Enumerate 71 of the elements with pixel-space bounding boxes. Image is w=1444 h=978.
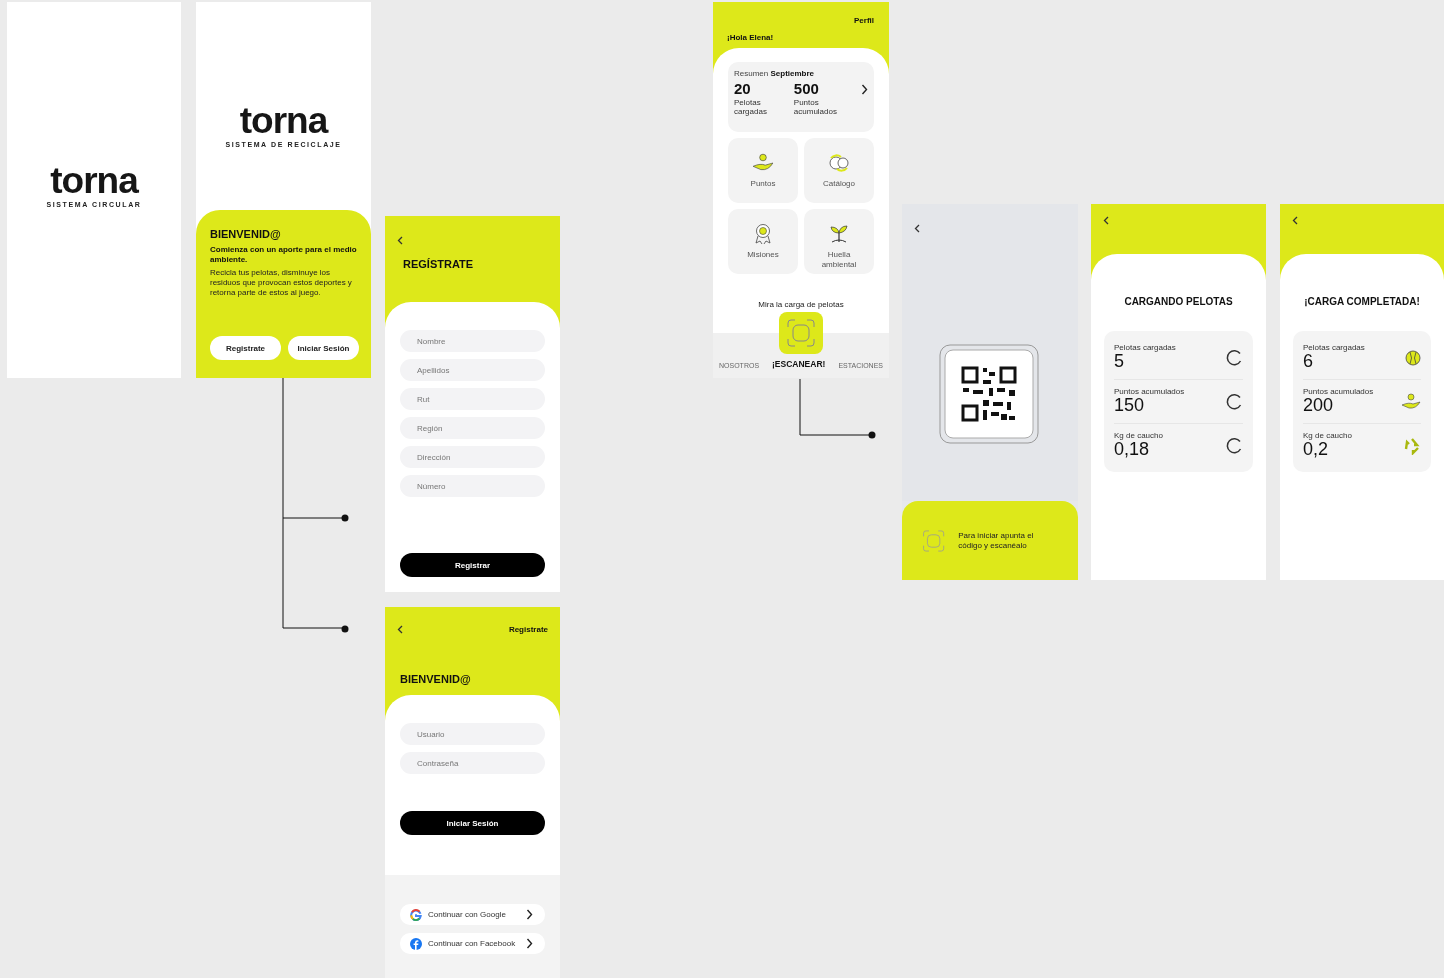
summary-heading: Resumen Septiembre: [734, 69, 816, 78]
back-chevron-icon[interactable]: [397, 236, 403, 245]
sprout-icon: [828, 223, 850, 245]
register-link[interactable]: Registrate: [508, 625, 548, 634]
input-field[interactable]: Nombre: [400, 330, 545, 352]
spinner-icon: [1226, 437, 1243, 454]
menu-tile[interactable]: Huella ambiental: [804, 209, 874, 274]
welcome-button[interactable]: Registrate: [210, 336, 281, 360]
social-login-button[interactable]: Continuar con Google: [400, 904, 545, 925]
menu-tile[interactable]: Puntos: [728, 138, 798, 203]
facebook-icon: [410, 937, 422, 950]
scan-frame-icon: [786, 318, 816, 348]
stat-label: Puntos acumulados: [1114, 387, 1185, 397]
google-icon: [410, 908, 422, 921]
nav-tab[interactable]: ¡ESCANEAR!: [772, 359, 826, 369]
social-login-button[interactable]: Continuar con Facebook: [400, 933, 545, 954]
stat-label: Puntos acumulados: [793, 98, 838, 116]
register-button[interactable]: Registrar: [400, 553, 545, 577]
welcome-button[interactable]: Iniciar Sesión: [288, 336, 359, 360]
input-field[interactable]: Contraseña: [400, 752, 545, 774]
back-chevron-icon[interactable]: [914, 224, 920, 233]
coins-icon: [828, 152, 850, 174]
spinner-icon: [1226, 349, 1243, 366]
logo-wordmark: torna: [50, 162, 138, 199]
summary-card[interactable]: Resumen Septiembre 20 Pelotas cargadas 500 Puntos acumulados: [728, 62, 874, 132]
input-field[interactable]: Dirección: [400, 446, 545, 468]
menu-tile[interactable]: Catálogo: [804, 138, 874, 203]
stat-value: 20: [734, 80, 752, 97]
welcome-lead: Comienza con un aporte para el medio ambiente.: [210, 245, 358, 265]
scan-instruction: Para iniciar apunta el código y escanéalo: [958, 530, 1035, 551]
input-field[interactable]: Rut: [400, 388, 545, 410]
screen-title: BIENVENID@: [400, 673, 472, 685]
hand-coin-icon: [1401, 392, 1421, 411]
stat-label: Pelotas cargadas: [1114, 343, 1176, 353]
stat-label: Puntos acumulados: [1303, 387, 1374, 397]
stat-value: 500: [793, 80, 820, 97]
input-field[interactable]: Apellidos: [400, 359, 545, 381]
stat-value: 200: [1303, 396, 1335, 416]
input-field[interactable]: Región: [400, 417, 545, 439]
back-chevron-icon[interactable]: [1103, 216, 1109, 225]
login-button[interactable]: Iniciar Sesión: [400, 811, 545, 835]
scan-hint: Mira la carga de pelotas: [757, 300, 845, 309]
chevron-right-icon: [526, 938, 533, 949]
screen-title: CARGANDO PELOTAS: [1123, 296, 1234, 307]
back-chevron-icon[interactable]: [397, 625, 403, 634]
stat-label: Kg de caucho: [1303, 431, 1352, 441]
stat-label: Pelotas cargadas: [734, 98, 768, 116]
stat-value: 5: [1114, 352, 1125, 372]
screen-title: ¡CARGA COMPLETADA!: [1303, 296, 1421, 307]
menu-tile[interactable]: Misiones: [728, 209, 798, 274]
tennis-ball-icon: [1405, 349, 1421, 366]
logo-wordmark: torna: [239, 102, 328, 139]
recycle-icon: [1403, 436, 1421, 455]
screen-title: REGÍSTRATE: [403, 258, 475, 270]
stat-label: Kg de caucho: [1114, 431, 1163, 441]
profile-link[interactable]: Perfil: [854, 16, 874, 25]
welcome-text: Recicla tus pelotas, disminuye los residuos que provocan estos deportes y retorna parte de estos al juego.: [210, 268, 353, 298]
spinner-icon: [1226, 393, 1243, 410]
input-field[interactable]: Número: [400, 475, 545, 497]
stat-value: 6: [1303, 352, 1314, 372]
stat-value: 150: [1114, 396, 1146, 416]
stat-label: Pelotas cargadas: [1303, 343, 1365, 353]
welcome-title: BIENVENID@: [210, 228, 282, 240]
stat-value: 0,18: [1114, 440, 1151, 460]
input-field[interactable]: Usuario: [400, 723, 545, 745]
stat-value: 0,2: [1303, 440, 1330, 460]
greeting-text: ¡Hola Elena!: [727, 33, 774, 42]
back-chevron-icon[interactable]: [1292, 216, 1298, 225]
chevron-right-icon: [526, 909, 533, 920]
medal-icon: [754, 223, 772, 245]
chevron-right-icon: [861, 84, 868, 95]
